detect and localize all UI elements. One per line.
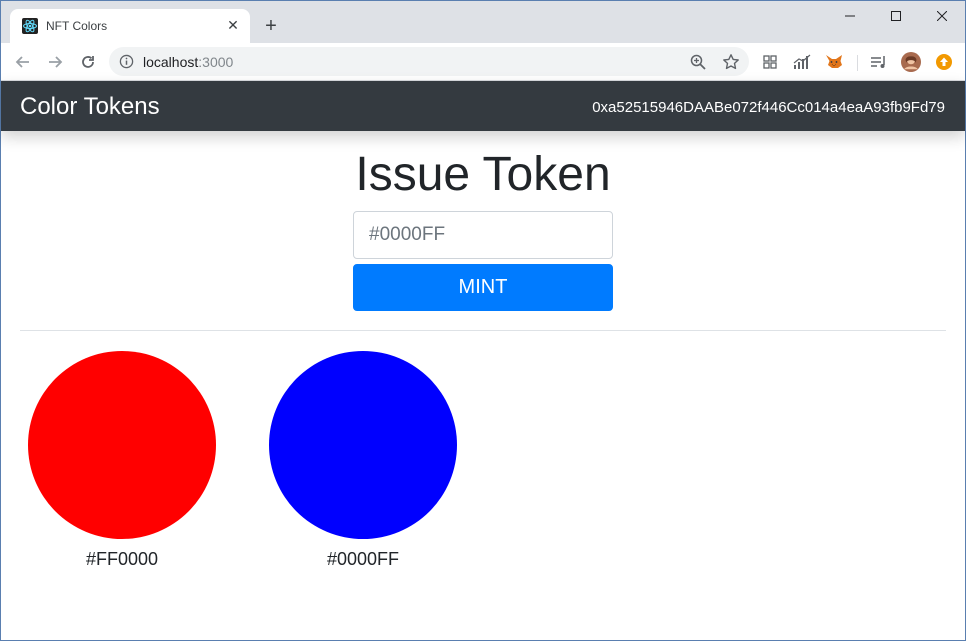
- app-navbar: Color Tokens 0xa52515946DAABe072f446Cc01…: [1, 81, 965, 131]
- reload-button[interactable]: [76, 50, 100, 74]
- maximize-button[interactable]: [873, 1, 919, 31]
- update-icon[interactable]: [934, 52, 954, 72]
- profile-avatar[interactable]: [901, 52, 921, 72]
- account-address: 0xa52515946DAABe072f446Cc014a4eaA93fb9Fd…: [592, 99, 945, 116]
- info-icon[interactable]: [119, 54, 134, 69]
- minimize-button[interactable]: [827, 1, 873, 31]
- window-controls: [827, 1, 965, 31]
- close-window-button[interactable]: [919, 1, 965, 31]
- toolbar-separator: [857, 55, 858, 71]
- color-input[interactable]: [353, 211, 613, 259]
- back-button[interactable]: [11, 50, 35, 74]
- grid-icon[interactable]: [760, 52, 780, 72]
- tab-nft-colors[interactable]: NFT Colors ✕: [10, 9, 250, 43]
- close-tab-icon[interactable]: ✕: [224, 16, 242, 34]
- main-content: Issue Token MINT #FF0000 #0000FF: [1, 131, 965, 640]
- token-color-circle: [269, 351, 457, 539]
- token-label: #FF0000: [85, 549, 159, 569]
- tab-strip: NFT Colors ✕ +: [1, 1, 965, 43]
- browser-toolbar: localhost:3000: [1, 43, 965, 81]
- media-icon[interactable]: [869, 52, 889, 72]
- divider: [20, 330, 946, 331]
- url-text: localhost:3000: [143, 54, 234, 70]
- token-label: #0000FF: [326, 549, 400, 569]
- arrow-left-icon: [15, 56, 29, 68]
- token-card: #FF0000: [22, 351, 222, 570]
- new-tab-button[interactable]: +: [259, 15, 283, 39]
- reload-icon: [82, 56, 94, 68]
- react-icon: [22, 18, 38, 34]
- star-icon[interactable]: [722, 53, 740, 71]
- arrow-right-icon: [49, 56, 63, 68]
- tab-title: NFT Colors: [46, 19, 108, 33]
- zoom-icon[interactable]: [689, 53, 707, 71]
- address-bar[interactable]: localhost:3000: [109, 47, 749, 76]
- token-card: #0000FF: [263, 351, 463, 570]
- mint-button[interactable]: MINT: [353, 264, 613, 311]
- token-color-circle: [28, 351, 216, 539]
- page-title: Issue Token: [355, 148, 611, 201]
- browser-window: NFT Colors ✕ + localhost:3000 Color Toke…: [0, 0, 966, 641]
- brand-link[interactable]: Color Tokens: [20, 93, 160, 121]
- signal-icon[interactable]: [792, 52, 812, 72]
- forward-button[interactable]: [43, 50, 67, 74]
- metamask-fox-icon[interactable]: [824, 52, 844, 72]
